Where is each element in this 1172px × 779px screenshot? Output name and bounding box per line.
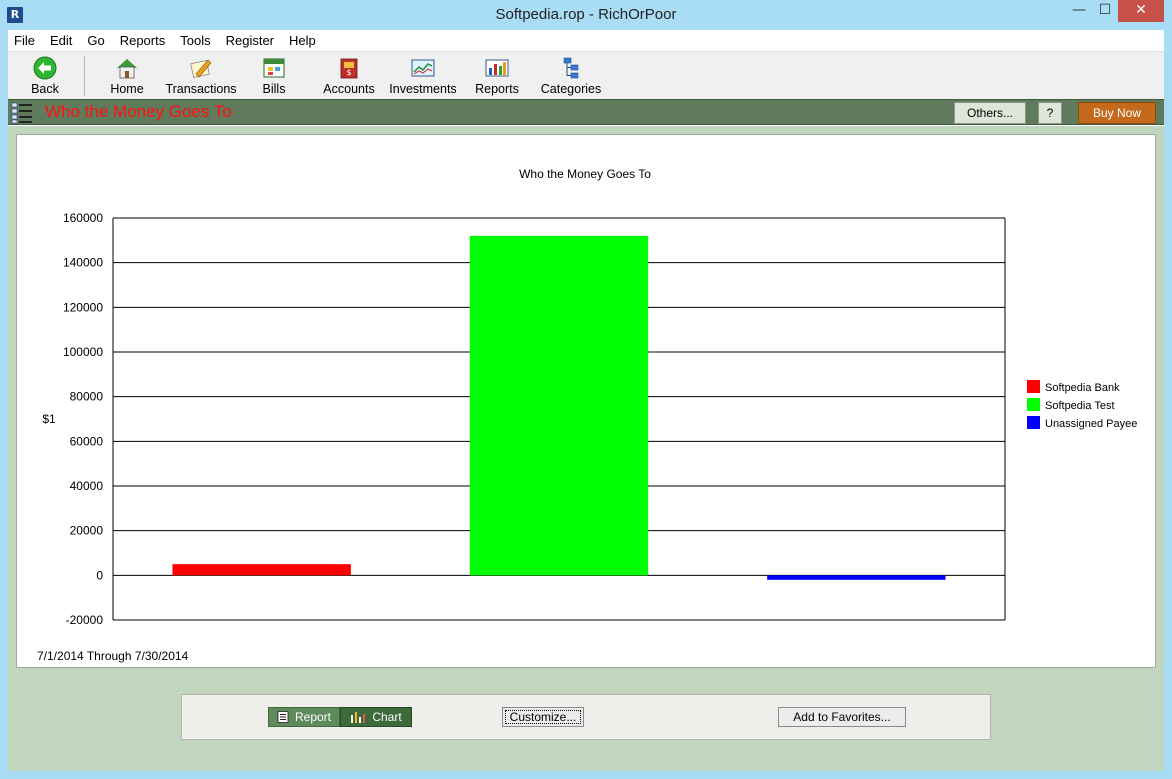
investments-chart-icon [411, 59, 435, 77]
y-tick-label: 140000 [63, 256, 103, 270]
investments-button[interactable]: Investments [388, 54, 458, 98]
y-tick-label: 20000 [70, 524, 104, 538]
back-label: Back [31, 82, 59, 96]
menu-go[interactable]: Go [87, 33, 104, 48]
main-area: Who the Money Goes To $1 160000 140000 120… [8, 126, 1164, 771]
transactions-button[interactable]: Transactions [164, 54, 238, 98]
bar-unassigned-payee[interactable] [767, 575, 946, 580]
window-title: Softpedia.rop - RichOrPoor [495, 6, 677, 23]
y-axis-label: $1 [42, 412, 56, 426]
chart-view-button[interactable]: Chart [340, 707, 412, 727]
bills-label: Bills [262, 82, 286, 96]
categories-label: Categories [540, 82, 602, 96]
bar-softpedia-bank[interactable] [172, 564, 351, 576]
bar-chart: Who the Money Goes To $1 160000 140000 120… [37, 167, 1137, 663]
legend-swatch [1027, 398, 1040, 411]
transactions-pencil-icon [190, 59, 212, 78]
home-label: Home [110, 82, 144, 96]
menu-reports[interactable]: Reports [120, 33, 166, 48]
reports-label: Reports [475, 82, 519, 96]
app-window: R Softpedia.rop - RichOrPoor — ☐ ✕ File … [0, 0, 1172, 779]
menu-help[interactable]: Help [289, 33, 316, 48]
home-icon [117, 59, 137, 79]
y-tick-label: 160000 [63, 211, 103, 225]
home-button[interactable]: Home [102, 54, 152, 98]
add-to-favorites-button[interactable]: Add to Favorites... [778, 707, 906, 727]
back-arrow-icon [33, 56, 57, 80]
y-tick-label: 120000 [63, 300, 103, 314]
help-button[interactable]: ? [1038, 102, 1062, 124]
report-list-icon[interactable] [11, 102, 33, 124]
title-bar: R Softpedia.rop - RichOrPoor — ☐ ✕ [0, 0, 1172, 30]
report-view-button[interactable]: Report [268, 707, 340, 727]
legend-label: Softpedia Bank [1045, 382, 1120, 394]
bills-button[interactable]: Bills [254, 54, 294, 98]
reports-button[interactable]: Reports [472, 54, 522, 98]
bar-softpedia-test[interactable] [469, 235, 649, 576]
y-tick-label: 60000 [70, 434, 104, 448]
client-area: File Edit Go Reports Tools Register Help… [8, 30, 1164, 771]
maximize-button[interactable]: ☐ [1092, 0, 1118, 22]
minimize-button[interactable]: — [1066, 0, 1092, 22]
categories-button[interactable]: Categories [538, 54, 604, 98]
legend-swatch [1027, 416, 1040, 429]
report-header-bar: Who the Money Goes To Others... ? Buy No… [8, 99, 1164, 125]
y-tick-label: -20000 [66, 613, 104, 627]
menu-bar: File Edit Go Reports Tools Register Help [8, 30, 1164, 50]
bills-calendar-icon [263, 58, 285, 78]
chart-legend: Softpedia Bank Softpedia Test Unassigned P… [1027, 380, 1137, 430]
date-range-label: 7/1/2014 Through 7/30/2014 [37, 649, 189, 663]
reports-barchart-icon [485, 59, 509, 77]
svg-text:$: $ [346, 68, 351, 77]
menu-file[interactable]: File [14, 33, 35, 48]
categories-tree-icon [563, 57, 579, 79]
buy-now-button[interactable]: Buy Now [1078, 102, 1156, 124]
chart-panel: Who the Money Goes To $1 160000 140000 120… [16, 134, 1156, 668]
chart-view-label: Chart [372, 710, 402, 724]
bottom-action-bar: Report Chart Customize... Add to Favorit… [181, 694, 991, 740]
menu-register[interactable]: Register [226, 33, 274, 48]
y-tick-label: 100000 [63, 345, 103, 359]
y-tick-label: 80000 [70, 390, 104, 404]
transactions-label: Transactions [165, 82, 237, 96]
legend-label: Softpedia Test [1045, 400, 1115, 412]
chart-title: Who the Money Goes To [519, 167, 651, 181]
back-button[interactable]: Back [22, 54, 68, 98]
view-toggle: Report Chart [268, 707, 412, 727]
legend-label: Unassigned Payee [1045, 418, 1137, 430]
y-tick-label: 40000 [70, 479, 104, 493]
report-view-label: Report [294, 710, 332, 724]
toolbar-separator [84, 56, 85, 96]
report-doc-icon [277, 711, 289, 723]
report-title: Who the Money Goes To [45, 102, 232, 121]
chart-bars-icon [351, 712, 366, 723]
accounts-book-icon: $ [340, 58, 358, 79]
accounts-button[interactable]: $ Accounts [320, 54, 378, 98]
chart-bars [172, 235, 946, 580]
close-button[interactable]: ✕ [1118, 0, 1164, 22]
y-tick-label: 0 [96, 568, 103, 582]
toolbar: Back Home Transactions Bills $ Accounts … [8, 51, 1164, 99]
legend-swatch [1027, 380, 1040, 393]
others-button[interactable]: Others... [954, 102, 1026, 124]
menu-edit[interactable]: Edit [50, 33, 72, 48]
accounts-label: Accounts [323, 82, 375, 96]
investments-label: Investments [389, 82, 457, 96]
menu-tools[interactable]: Tools [180, 33, 210, 48]
customize-button[interactable]: Customize... [502, 707, 584, 727]
